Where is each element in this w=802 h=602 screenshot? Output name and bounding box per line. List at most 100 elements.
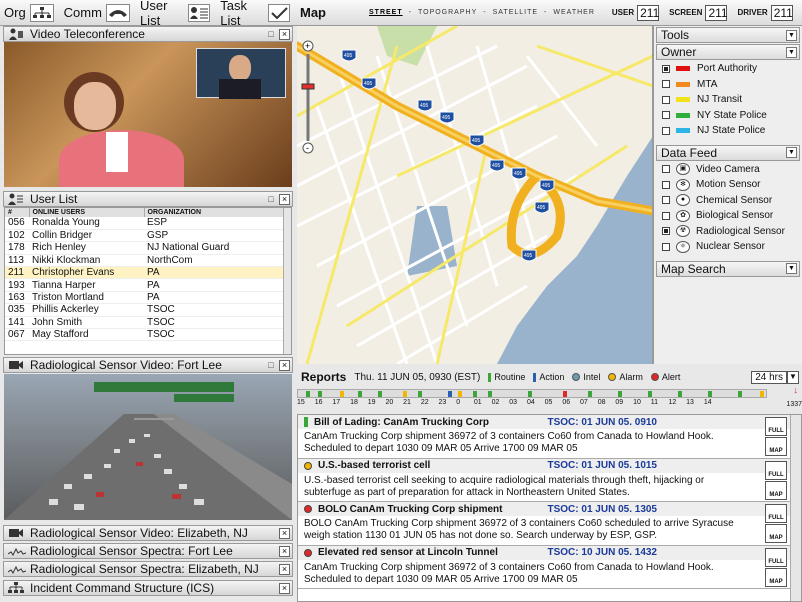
table-row[interactable]: 067 May Stafford TSOC — [5, 328, 288, 342]
collapsed-panel-fortlee-spectra[interactable]: Radiological Sensor Spectra: Fort Lee × — [3, 543, 293, 559]
map-canvas[interactable]: 495 495 495 495 495 495 495 495 495 495 + - — [297, 26, 653, 364]
timeline-marker[interactable] — [318, 391, 322, 397]
close-icon[interactable]: × — [279, 563, 290, 575]
org-button[interactable]: Org — [4, 3, 54, 22]
table-row[interactable]: 163 Triston Mortland PA — [5, 291, 288, 305]
collapsed-panel-elizabeth-video[interactable]: Radiological Sensor Video: Elizabeth, NJ… — [3, 525, 293, 541]
chevron-down-icon[interactable]: ▼ — [786, 263, 797, 274]
column-header-user[interactable]: ONLINE USERS — [29, 208, 145, 217]
collapsed-panel-elizabeth-spectra[interactable]: Radiological Sensor Spectra: Elizabeth, … — [3, 561, 293, 577]
pip-video[interactable] — [196, 48, 286, 99]
timeline-marker[interactable] — [488, 391, 492, 397]
tab-topography[interactable]: TOPOGRAPHY — [418, 9, 477, 16]
task-list-button[interactable]: Task List — [220, 0, 290, 28]
checkbox[interactable] — [662, 227, 670, 236]
checkbox[interactable] — [662, 80, 670, 89]
legend-alarm[interactable]: Alarm — [608, 372, 643, 382]
show-on-map-button[interactable]: MAP — [765, 480, 787, 500]
checkbox[interactable] — [662, 95, 670, 104]
checkbox[interactable] — [662, 180, 670, 189]
timeline-marker[interactable] — [618, 391, 622, 397]
timeline-marker[interactable] — [448, 391, 452, 397]
full-report-button[interactable]: FULL — [765, 417, 787, 436]
column-header-org[interactable]: ORGANIZATION — [144, 208, 288, 217]
timeline-bar[interactable] — [297, 389, 767, 398]
traffic-video-feed[interactable] — [4, 374, 292, 520]
show-on-map-button[interactable]: MAP — [765, 437, 787, 456]
time-range-select[interactable]: 24 hrs — [751, 370, 787, 384]
close-icon[interactable]: × — [279, 527, 290, 539]
show-on-map-button[interactable]: MAP — [765, 524, 787, 543]
table-row[interactable]: 035 Phillis Ackerley TSOC — [5, 303, 288, 317]
close-icon[interactable]: × — [279, 193, 290, 205]
table-row[interactable]: 113 Nikki Klockman NorthCom — [5, 254, 288, 268]
timeline-marker[interactable] — [358, 391, 362, 397]
lock-icon[interactable]: □ — [266, 360, 276, 371]
chevron-down-icon[interactable]: ▼ — [787, 370, 799, 384]
checkbox[interactable] — [662, 242, 670, 251]
comm-button[interactable]: Comm — [64, 3, 130, 22]
close-icon[interactable]: × — [279, 582, 290, 594]
close-icon[interactable]: × — [279, 28, 290, 40]
checkbox[interactable] — [662, 64, 670, 73]
user-list-scrollbar[interactable] — [283, 208, 291, 354]
column-header-id[interactable]: # — [5, 208, 30, 217]
tab-satellite[interactable]: SATELLITE — [493, 9, 538, 16]
timeline-marker[interactable] — [458, 391, 462, 397]
report-item[interactable]: Elevated red sensor at Lincoln Tunnel TSO… — [298, 545, 801, 589]
table-row[interactable]: 211 Christopher Evans PA — [5, 266, 288, 280]
report-item[interactable]: U.S.-based terrorist cell TSOC: 01 JUN 05… — [298, 458, 801, 502]
tools-header[interactable]: Tools ▼ — [656, 27, 800, 43]
user-list-button[interactable]: User List — [140, 0, 211, 28]
timeline-marker[interactable] — [340, 391, 344, 397]
legend-routine[interactable]: Routine — [488, 372, 525, 382]
chevron-down-icon[interactable]: ▼ — [786, 29, 797, 41]
full-report-button[interactable]: FULL — [765, 504, 787, 523]
chevron-down-icon[interactable]: ▼ — [786, 147, 797, 158]
report-timeline[interactable]: 15 16 17 18 19 20 21 22 23 0 01 02 03 04 05 06 07 08 09 10 1… — [297, 385, 802, 411]
checkbox[interactable] — [662, 196, 670, 205]
tab-street[interactable]: STREET — [369, 9, 403, 16]
table-row[interactable]: 178 Rich Henley NJ National Guard — [5, 241, 288, 255]
owner-header[interactable]: Owner ▼ — [656, 44, 800, 60]
tab-weather[interactable]: WEATHER — [553, 9, 594, 16]
timeline-marker[interactable] — [678, 391, 682, 397]
owner-option[interactable]: Port Authority — [654, 61, 802, 77]
full-report-button[interactable]: FULL — [765, 460, 787, 480]
reports-scrollbar[interactable] — [790, 415, 801, 601]
timeline-marker[interactable] — [528, 391, 532, 397]
table-row[interactable]: 193 Tianna Harper PA — [5, 278, 288, 292]
datafeed-option[interactable]: ✻ Motion Sensor — [654, 177, 802, 193]
table-row[interactable]: 102 Collin Bridger GSP — [5, 229, 288, 243]
legend-intel[interactable]: Intel — [572, 372, 600, 382]
timeline-marker[interactable] — [403, 391, 407, 397]
timeline-marker[interactable] — [306, 391, 310, 397]
lock-icon[interactable]: □ — [266, 194, 276, 205]
report-item[interactable]: BOLO CanAm Trucking Corp shipment TSOC: 0… — [298, 502, 801, 546]
timeline-marker[interactable] — [588, 391, 592, 397]
report-item[interactable]: Bill of Lading: CanAm Trucking Corp TSOC:… — [298, 415, 801, 459]
close-icon[interactable]: × — [279, 545, 290, 557]
timeline-marker[interactable] — [738, 391, 742, 397]
show-on-map-button[interactable]: MAP — [765, 567, 787, 587]
datafeed-option[interactable]: ● Chemical Sensor — [654, 193, 802, 209]
datafeed-option[interactable]: ✿ Biological Sensor — [654, 208, 802, 224]
table-row[interactable]: 141 John Smith TSOC — [5, 316, 288, 330]
legend-alert[interactable]: Alert — [650, 372, 680, 382]
map-search-header[interactable]: Map Search ▼ — [656, 260, 800, 277]
video-feed[interactable] — [4, 42, 292, 187]
datafeed-option[interactable]: ▣ Video Camera — [654, 162, 802, 178]
owner-option[interactable]: NJ State Police — [654, 123, 802, 139]
street-map[interactable]: 495 495 495 495 495 495 495 495 495 495 + - — [297, 26, 653, 364]
datafeed-option[interactable]: ☢ Radiological Sensor — [654, 224, 802, 240]
timeline-marker[interactable] — [648, 391, 652, 397]
timeline-marker[interactable] — [760, 391, 764, 397]
checkbox[interactable] — [662, 126, 670, 135]
timeline-marker[interactable] — [563, 391, 567, 397]
timeline-marker[interactable] — [708, 391, 712, 397]
legend-action[interactable]: Action — [533, 372, 564, 382]
checkbox[interactable] — [662, 111, 670, 120]
owner-option[interactable]: NJ Transit — [654, 92, 802, 108]
datafeed-option[interactable]: ⚛ Nuclear Sensor — [654, 239, 802, 255]
close-icon[interactable]: × — [279, 359, 290, 371]
